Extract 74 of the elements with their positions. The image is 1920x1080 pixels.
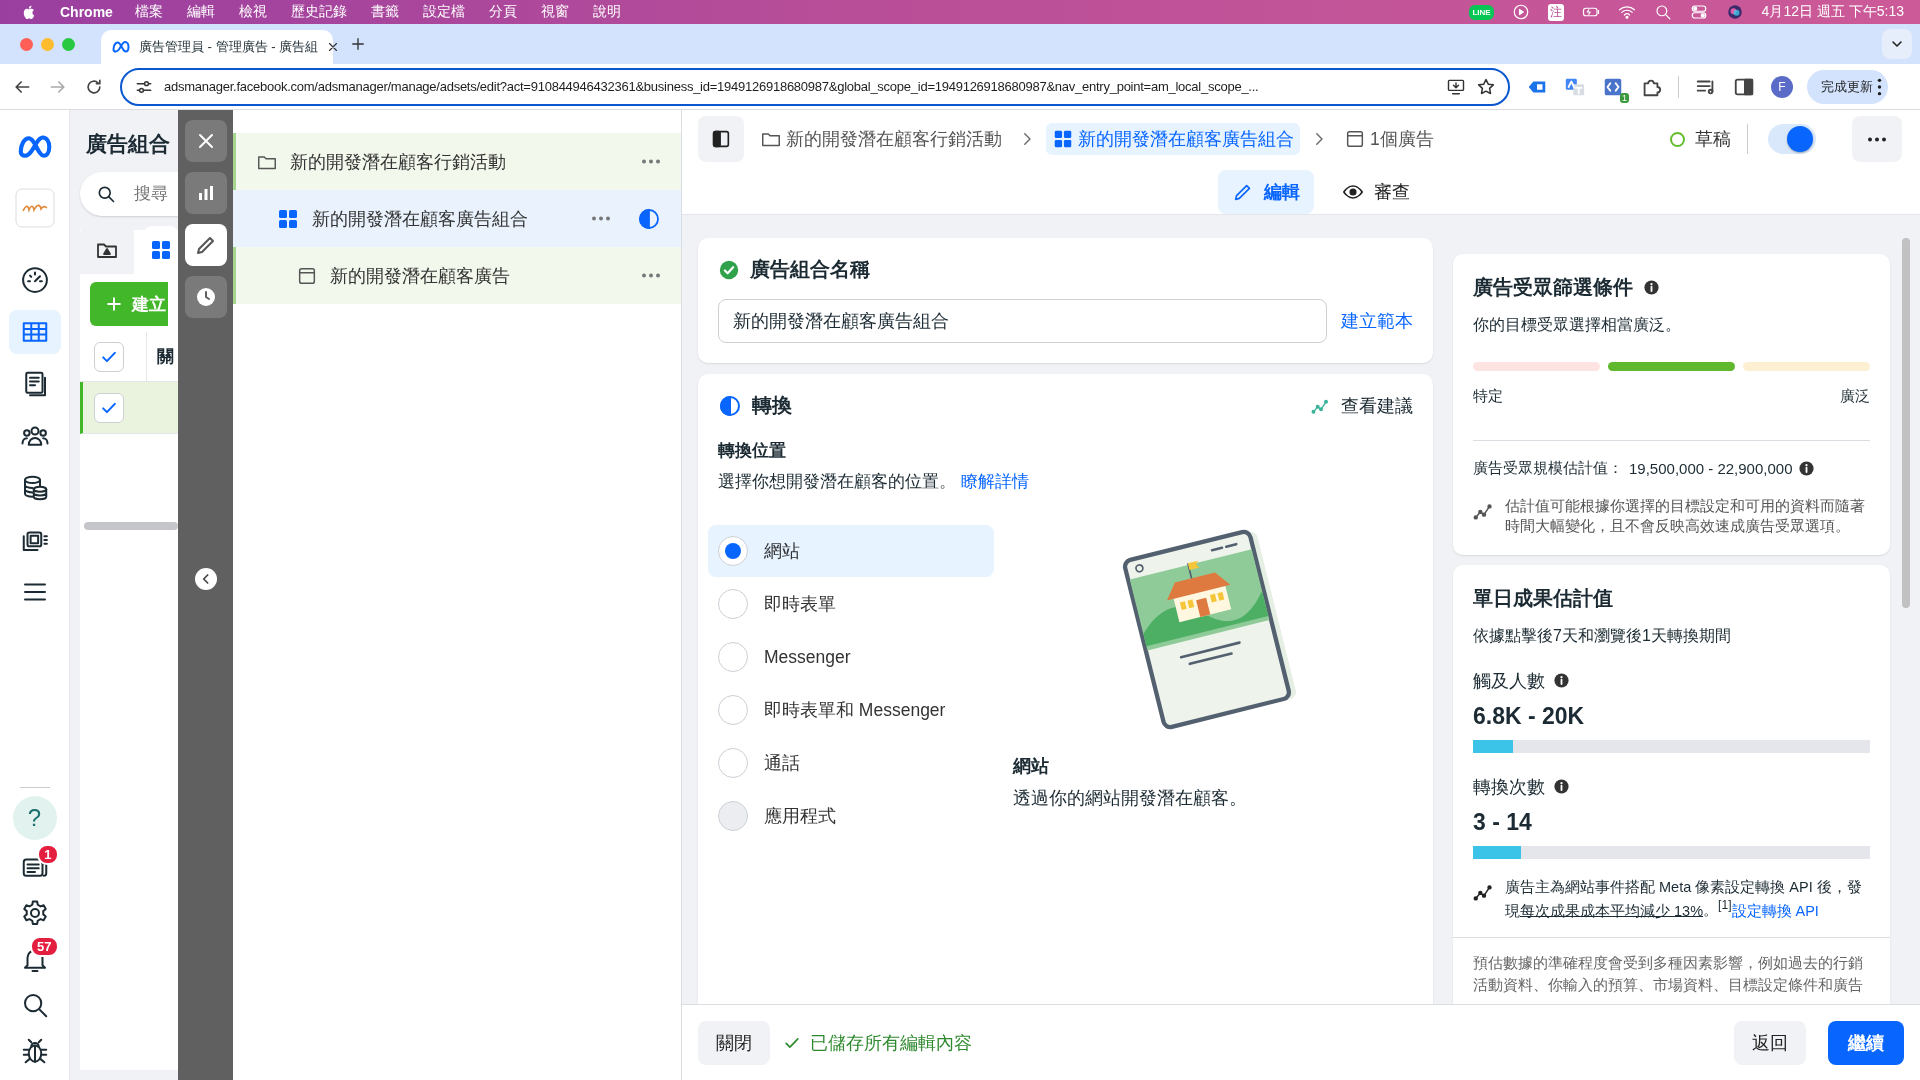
- meter-label: 廣泛: [1840, 387, 1870, 406]
- breadcrumb[interactable]: 新的開發潛在顧客廣告組合: [1046, 123, 1300, 155]
- size-value: 19,500,000 - 22,900,000: [1629, 460, 1793, 477]
- menu-item[interactable]: 分頁: [488, 3, 517, 21]
- section-label: 轉換位置: [718, 440, 787, 462]
- metric-value: 6.8K - 20K: [1473, 702, 1586, 730]
- description-text: 選擇你想開發潛在顧客的位置。 瞭解詳情: [718, 471, 1030, 493]
- radio-option[interactable]: 網站: [708, 525, 994, 577]
- size-label: 廣告受眾規模估計值：: [1473, 459, 1623, 478]
- profile-avatar[interactable]: F: [1771, 75, 1793, 98]
- menu-item[interactable]: 視窗: [540, 3, 569, 21]
- tree-item[interactable]: 新的開發潛在顧客行銷活動: [233, 133, 681, 190]
- create-template-link[interactable]: 建立範本: [1341, 309, 1413, 333]
- radio-option[interactable]: 通話: [708, 737, 994, 789]
- breadcrumb[interactable]: 新的開發潛在顧客行銷活動: [754, 123, 1008, 155]
- saved-status: 已儲存所有編輯內容: [810, 1031, 972, 1055]
- menu-item[interactable]: 書籤: [370, 3, 399, 21]
- breadcrumb-label: 新的開發潛在顧客廣告組合: [1078, 128, 1294, 151]
- card-title: 單日成果估計值: [1473, 585, 1614, 611]
- menu-item[interactable]: 設定檔: [422, 3, 465, 21]
- radio-option[interactable]: 即時表單: [708, 578, 994, 630]
- mode-tab[interactable]: 編輯: [1218, 170, 1314, 214]
- menu-item[interactable]: 檢視: [238, 3, 267, 21]
- card-title: 廣告受眾篩選條件: [1473, 275, 1633, 300]
- notification-badge: 57: [30, 936, 59, 957]
- close-button[interactable]: 關閉: [698, 1020, 770, 1065]
- tree-item[interactable]: 新的開發潛在顧客廣告組合: [233, 190, 681, 247]
- update-button[interactable]: 完成更新: [1807, 69, 1888, 104]
- continue-button[interactable]: 繼續: [1828, 1020, 1904, 1065]
- input-method-icon[interactable]: 注: [1547, 3, 1564, 21]
- notification-badge: 1: [37, 844, 59, 865]
- setup-api-link[interactable]: 設定轉換 API: [1731, 902, 1819, 919]
- summary-text: 你的目標受眾選擇相當廣泛。: [1473, 315, 1682, 335]
- breadcrumb-label: 1個廣告: [1370, 128, 1434, 151]
- underlined-link[interactable]: 每次成果成本平均減少 13%: [1520, 902, 1704, 919]
- badge: 1: [1620, 92, 1629, 103]
- tree-item[interactable]: 新的開發潛在顧客廣告: [233, 247, 681, 304]
- note-text: 估計值可能根據你選擇的目標設定和可用的資料而隨著時間大幅變化，且不會反映高效速成廣告受眾選項。: [1505, 496, 1866, 537]
- subtitle-text: 依據點擊後7天和瀏覽後1天轉換期間: [1473, 625, 1732, 646]
- menu-item[interactable]: 檔案: [134, 3, 163, 21]
- tree-label: 新的開發潛在顧客廣告組合: [312, 207, 528, 231]
- breadcrumb[interactable]: 1個廣告: [1338, 123, 1440, 155]
- metric-label: 轉換次數: [1473, 775, 1545, 799]
- meter-label: 特定: [1473, 387, 1503, 406]
- metric-value: 3 - 14: [1473, 808, 1533, 836]
- tab-title: 廣告管理員 - 管理廣告 - 廣告組: [139, 38, 319, 56]
- tree-label: 新的開發潛在顧客廣告: [330, 264, 510, 288]
- caption-title: 網站: [1013, 755, 1050, 778]
- view-suggestions-link[interactable]: 查看建議: [1341, 393, 1413, 418]
- status-label: 草稿: [1695, 128, 1731, 151]
- radio-option[interactable]: 即時表單和 Messenger: [708, 684, 994, 736]
- clock-text[interactable]: 4月12日 週五 下午5:13: [1761, 3, 1904, 21]
- menu-item[interactable]: 說明: [592, 3, 621, 21]
- menu-item[interactable]: Chrome: [60, 4, 113, 20]
- help-button[interactable]: ?: [12, 796, 57, 840]
- mode-tab[interactable]: 審查: [1328, 170, 1424, 214]
- back-button[interactable]: 返回: [1734, 1020, 1806, 1065]
- card-title: 轉換: [752, 393, 792, 418]
- learn-more-link[interactable]: 瞭解詳情: [960, 472, 1029, 491]
- tree-label: 新的開發潛在顧客行銷活動: [290, 150, 506, 174]
- column-header[interactable]: 關: [146, 332, 174, 381]
- metric-label: 觸及人數: [1473, 669, 1545, 693]
- card-title: 廣告組合名稱: [750, 257, 870, 282]
- caption-text: 透過你的網站開發潛在顧客。: [1013, 787, 1248, 810]
- disclaimer-text: 預估數據的準確程度會受到多種因素影響，例如過去的行銷活動資料、你輸入的預算、市場資料、目標設定條件和廣告: [1473, 953, 1864, 996]
- tip-text: 廣告主為網站事件搭配 Meta 像素設定轉換 API 後，發現每次成果成本平均減少 13%。$^{[1]}$設定轉換 API: [1505, 877, 1863, 921]
- address-bar[interactable]: adsmanager.facebook.com/adsmanager/manage/adsets/edit?act=910844946432361&business_id=1949126918680987&global_scope_id=1949126918680987&nav_entry_point=am_local_scope_...: [120, 67, 1510, 106]
- menu-item[interactable]: 編輯: [186, 3, 215, 21]
- breadcrumb-label: 新的開發潛在顧客行銷活動: [786, 128, 1002, 151]
- search-field[interactable]: 搜尋: [80, 172, 178, 216]
- name-field[interactable]: 新的開發潛在顧客廣告組合: [718, 299, 1327, 343]
- menu-item[interactable]: 歷史記錄: [290, 3, 347, 21]
- panel-title: 廣告組合: [85, 131, 171, 157]
- radio-option[interactable]: Messenger: [708, 631, 994, 683]
